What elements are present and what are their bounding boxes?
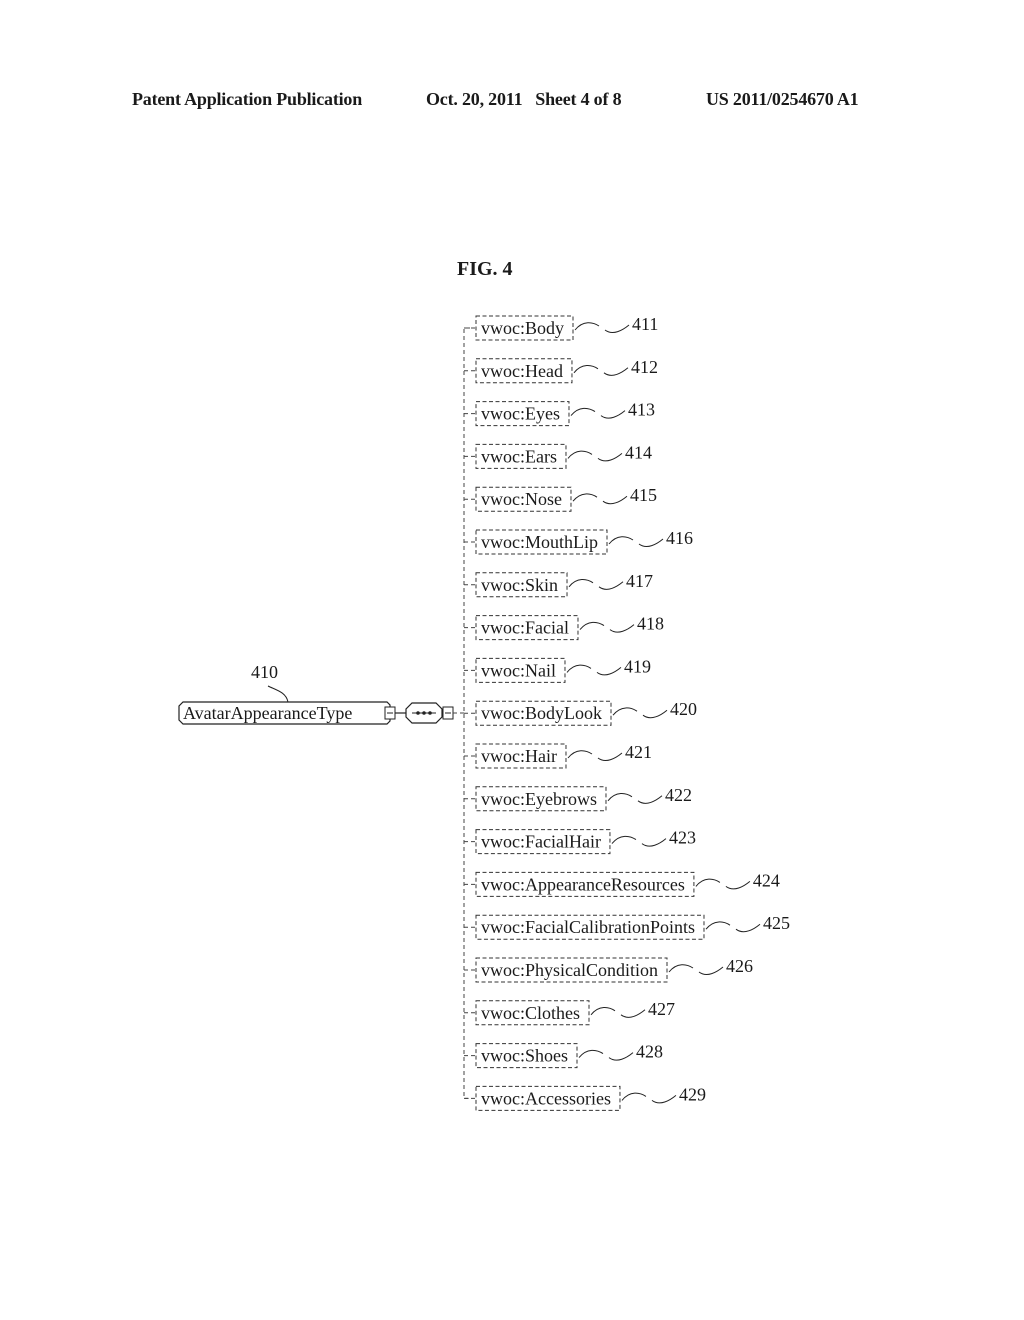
root-label: AvatarAppearanceType [183, 703, 352, 723]
leader-line [608, 536, 664, 547]
child-ref-number: 416 [666, 528, 693, 548]
child-elements: vwoc:Body 411vwoc:Head 412vwoc:Eyes 413vwoc… [453, 314, 790, 1111]
child-ref-number: 414 [625, 442, 652, 462]
child-element: vwoc:Nose 415 [464, 485, 657, 512]
leader-line [607, 793, 663, 804]
child-label: vwoc:Skin [481, 575, 558, 595]
child-label: vwoc:Hair [481, 746, 557, 766]
child-label: vwoc:Facial [481, 618, 569, 638]
child-ref-number: 417 [626, 571, 653, 591]
child-label: vwoc:Eyes [481, 404, 560, 424]
child-element: vwoc:FacialCalibrationPoints 425 [464, 913, 790, 940]
schema-diagram: AvatarAppearanceType 410 vwoc:Body 411vwo… [178, 314, 790, 1111]
leader-line [574, 322, 630, 333]
child-ref-number: 426 [726, 956, 753, 976]
child-ref-number: 428 [636, 1042, 663, 1062]
child-label: vwoc:Head [481, 361, 563, 381]
child-element: vwoc:Eyes 413 [464, 400, 655, 427]
child-element: vwoc:AppearanceResources 424 [464, 870, 780, 897]
child-ref-number: 429 [679, 1084, 706, 1104]
child-label: vwoc:AppearanceResources [481, 874, 685, 894]
child-ref-number: 413 [628, 400, 655, 420]
root-ref-number: 410 [251, 662, 278, 682]
child-label: vwoc:Clothes [481, 1003, 580, 1023]
leader-line [668, 964, 724, 975]
child-ref-number: 418 [637, 614, 664, 634]
child-ref-number: 423 [669, 828, 696, 848]
child-ref-number: 421 [625, 742, 652, 762]
child-label: vwoc:Shoes [481, 1046, 568, 1066]
child-label: vwoc:FacialHair [481, 832, 601, 852]
child-element: vwoc:Ears 414 [464, 442, 652, 469]
child-ref-number: 415 [630, 485, 657, 505]
child-element: vwoc:Accessories 429 [464, 1084, 706, 1111]
leader-line [570, 407, 626, 419]
child-label: vwoc:FacialCalibrationPoints [481, 917, 695, 937]
child-ref-number: 419 [624, 656, 651, 676]
leader-line [590, 1007, 646, 1018]
child-label: vwoc:Nail [481, 660, 556, 680]
child-element: vwoc:Clothes 427 [464, 999, 675, 1026]
child-element: vwoc:Eyebrows 422 [464, 785, 692, 812]
child-label: vwoc:Accessories [481, 1088, 611, 1108]
child-element: vwoc:Head 412 [464, 357, 658, 384]
child-element: vwoc:Body 411 [464, 314, 658, 341]
child-ref-number: 422 [665, 785, 692, 805]
child-ref-number: 412 [631, 357, 658, 377]
leader-line [567, 750, 623, 761]
leader-line [567, 450, 623, 462]
child-element: vwoc:Nail 419 [464, 656, 651, 683]
child-label: vwoc:BodyLook [481, 703, 602, 723]
child-label: vwoc:PhysicalCondition [481, 960, 658, 980]
root-node: AvatarAppearanceType 410 [178, 662, 454, 725]
child-label: vwoc:MouthLip [481, 532, 598, 552]
child-ref-number: 420 [670, 699, 697, 719]
leader-line [611, 835, 667, 847]
child-element: vwoc:Skin 417 [464, 571, 653, 598]
child-ref-number: 425 [763, 913, 790, 933]
leader-line [566, 664, 622, 676]
leader-line [573, 365, 629, 376]
child-label: vwoc:Nose [481, 489, 562, 509]
child-ref-number: 427 [648, 999, 675, 1019]
child-label: vwoc:Eyebrows [481, 789, 597, 809]
child-ref-number: 424 [753, 870, 780, 890]
leader-line [695, 878, 751, 890]
leader-line [705, 921, 761, 933]
child-element: vwoc:Shoes 428 [464, 1042, 663, 1069]
leader-line [621, 1092, 677, 1104]
child-ref-number: 411 [632, 314, 658, 334]
child-element: vwoc:FacialHair 423 [464, 828, 696, 855]
leader-line [579, 621, 635, 633]
child-element: vwoc:BodyLook 420 [464, 699, 697, 726]
leader-line [572, 493, 628, 505]
child-element: vwoc:PhysicalCondition 426 [464, 956, 753, 983]
child-label: vwoc:Ears [481, 446, 557, 466]
leader-line [578, 1049, 634, 1061]
leader-line [612, 707, 668, 719]
child-element: vwoc:MouthLip 416 [464, 528, 693, 555]
child-element: vwoc:Facial 418 [464, 614, 664, 641]
leader-line [568, 579, 624, 590]
child-label: vwoc:Body [481, 318, 564, 338]
child-element: vwoc:Hair 421 [464, 742, 652, 769]
